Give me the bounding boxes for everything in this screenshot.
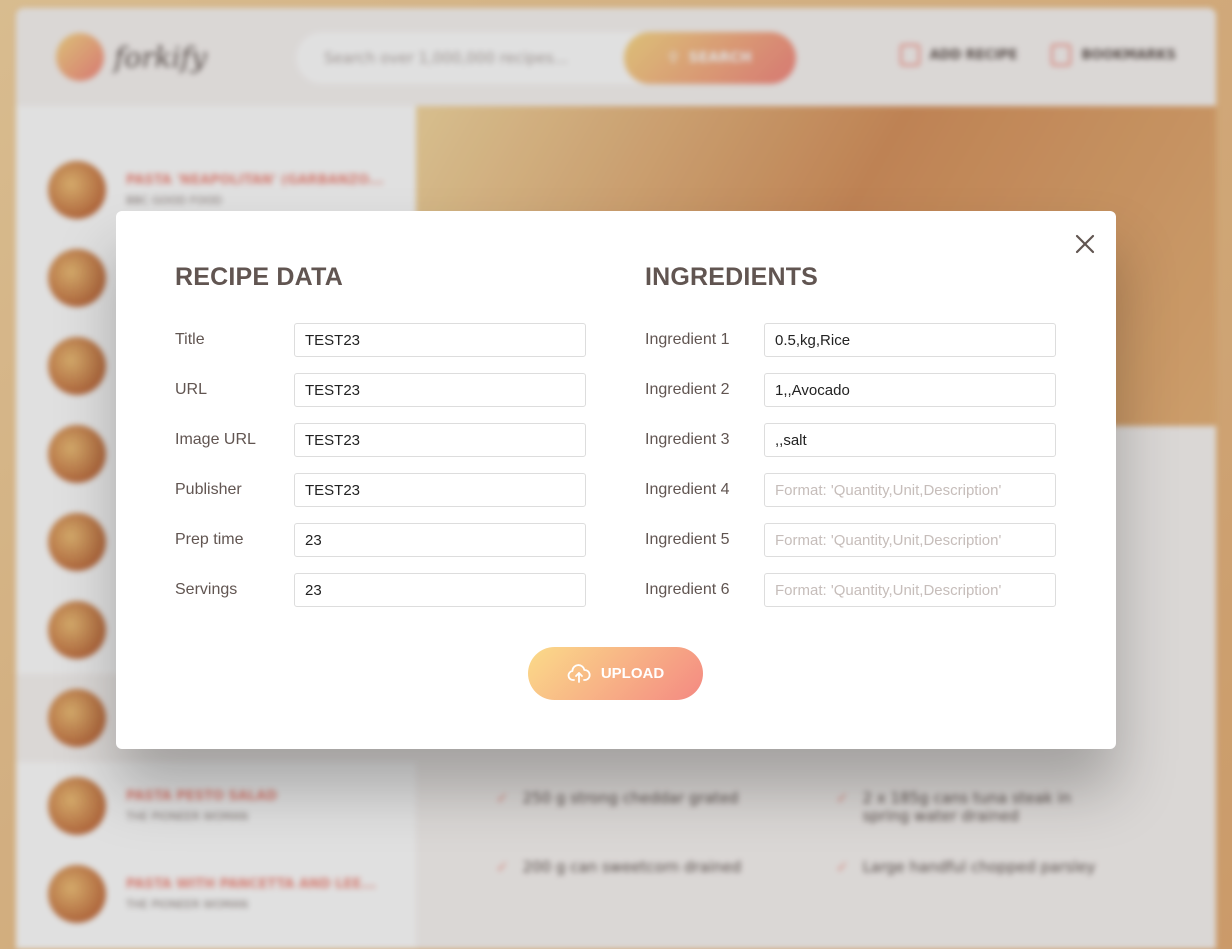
field-row-ingredient-2: Ingredient 2 [645,373,1057,407]
cloud-upload-icon [567,663,591,683]
title-label: Title [175,331,205,348]
servings-label: Servings [175,581,238,598]
ingredient-2-input[interactable] [764,373,1056,407]
field-row-ingredient-5: Ingredient 5 [645,523,1057,557]
field-row-ingredient-6: Ingredient 6 [645,573,1057,607]
ingredient-6-label: Ingredient 6 [645,581,730,598]
field-row-ingredient-1: Ingredient 1 [645,323,1057,357]
ingredient-4-input[interactable] [764,473,1056,507]
close-button[interactable] [1070,229,1100,259]
ingredient-5-input[interactable] [764,523,1056,557]
close-icon [1075,234,1095,254]
publisher-label: Publisher [175,481,242,498]
ingredient-3-input[interactable] [764,423,1056,457]
recipe-data-section: RECIPE DATA Title URL Image URL Publishe… [175,263,587,623]
field-row-prep-time: Prep time [175,523,587,557]
ingredient-4-label: Ingredient 4 [645,481,730,498]
ingredient-3-label: Ingredient 3 [645,431,730,448]
image-url-input[interactable] [294,423,586,457]
ingredient-1-input[interactable] [764,323,1056,357]
field-row-ingredient-4: Ingredient 4 [645,473,1057,507]
recipe-data-heading: RECIPE DATA [175,263,343,291]
prep-time-input[interactable] [294,523,586,557]
field-row-title: Title [175,323,587,357]
add-recipe-modal: RECIPE DATA Title URL Image URL Publishe… [116,211,1116,749]
prep-time-label: Prep time [175,531,244,548]
ingredients-section: INGREDIENTS Ingredient 1 Ingredient 2 In… [645,263,1057,623]
ingredients-heading: INGREDIENTS [645,263,819,291]
field-row-image-url: Image URL [175,423,587,457]
field-row-ingredient-3: Ingredient 3 [645,423,1057,457]
url-input[interactable] [294,373,586,407]
field-row-publisher: Publisher [175,473,587,507]
title-input[interactable] [294,323,586,357]
upload-button[interactable]: UPLOAD [528,647,703,700]
ingredient-6-input[interactable] [764,573,1056,607]
image-url-label: Image URL [175,431,256,448]
ingredient-2-label: Ingredient 2 [645,381,730,398]
url-label: URL [175,381,208,398]
field-row-servings: Servings [175,573,587,607]
servings-input[interactable] [294,573,586,607]
field-row-url: URL [175,373,587,407]
ingredient-5-label: Ingredient 5 [645,531,730,548]
publisher-input[interactable] [294,473,586,507]
ingredient-1-label: Ingredient 1 [645,331,730,348]
upload-button-label: UPLOAD [600,665,665,682]
